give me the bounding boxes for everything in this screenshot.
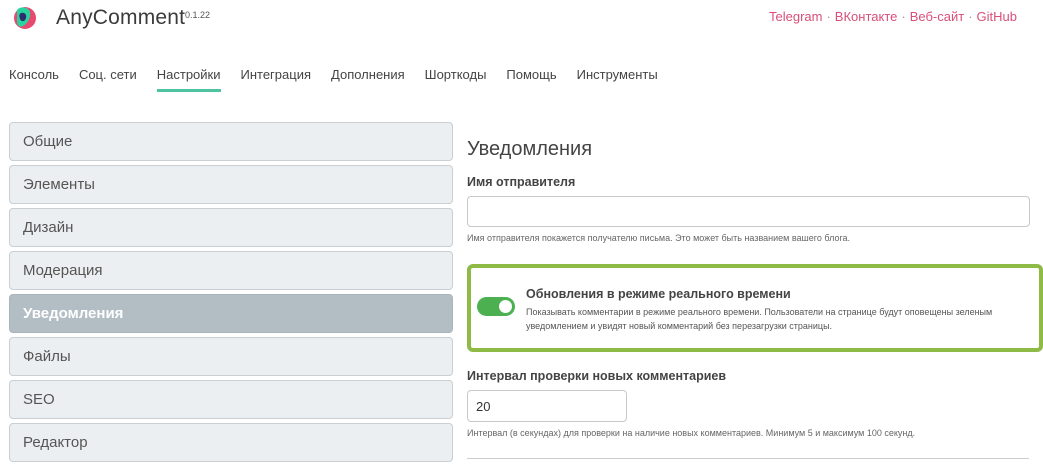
app-title: AnyComment <box>56 6 186 29</box>
tab-console[interactable]: Консоль <box>9 67 59 92</box>
anycomment-logo-icon <box>14 7 36 29</box>
toggle-knob <box>499 300 512 313</box>
realtime-setting-panel: Обновления в режиме реального времени По… <box>467 264 1043 352</box>
github-link[interactable]: GitHub <box>977 9 1017 24</box>
realtime-toggle[interactable] <box>477 297 515 316</box>
app-version: 0.1.22 <box>185 10 211 20</box>
sidebar-item-design[interactable]: Дизайн <box>9 208 453 247</box>
tab-social[interactable]: Соц. сети <box>79 67 137 92</box>
sidebar-item-general[interactable]: Общие <box>9 122 453 161</box>
link-separator: · <box>826 9 831 24</box>
tab-addons[interactable]: Дополнения <box>331 67 405 92</box>
interval-hint: Интервал (в секундах) для проверки на на… <box>467 428 916 438</box>
sidebar-item-elements[interactable]: Элементы <box>9 165 453 204</box>
sender-name-label: Имя отправителя <box>467 175 576 189</box>
sender-name-hint: Имя отправителя покажется получателю пис… <box>467 233 851 243</box>
tab-tools[interactable]: Инструменты <box>577 67 658 92</box>
interval-label: Интервал проверки новых комментариев <box>467 369 727 383</box>
telegram-link[interactable]: Telegram <box>769 9 822 24</box>
realtime-description: Показывать комментарии в режиме реальног… <box>526 307 993 331</box>
interval-input[interactable] <box>467 390 627 422</box>
website-link[interactable]: Веб-сайт <box>910 9 964 24</box>
vkontakte-link[interactable]: ВКонтакте <box>835 9 898 24</box>
sidebar-item-notifications[interactable]: Уведомления <box>9 294 453 333</box>
sender-name-input[interactable] <box>467 196 1030 227</box>
tab-settings[interactable]: Настройки <box>156 67 221 92</box>
tab-shortcodes[interactable]: Шорткоды <box>425 67 487 92</box>
tab-help[interactable]: Помощь <box>506 67 556 92</box>
sidebar-item-seo[interactable]: SEO <box>9 380 453 419</box>
settings-sidebar: Общие Элементы Дизайн Модерация Уведомле… <box>9 122 453 466</box>
divider <box>467 458 1029 459</box>
section-title: Уведомления <box>467 138 593 160</box>
link-separator: · <box>968 9 973 24</box>
main-tabs: Консоль Соц. сети Настройки Интеграция Д… <box>9 67 678 92</box>
sidebar-item-files[interactable]: Файлы <box>9 337 453 376</box>
link-separator: · <box>901 9 906 24</box>
realtime-title: Обновления в режиме реального времени <box>526 287 791 301</box>
sidebar-item-moderation[interactable]: Модерация <box>9 251 453 290</box>
tab-integration[interactable]: Интеграция <box>241 67 312 92</box>
sidebar-item-editor[interactable]: Редактор <box>9 423 453 462</box>
external-links: Telegram · ВКонтакте · Веб-сайт · GitHub <box>769 9 1017 24</box>
